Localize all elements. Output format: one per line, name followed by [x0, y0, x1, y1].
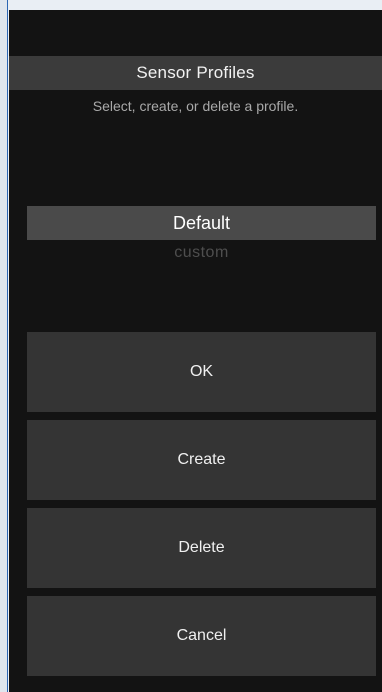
dialog-title: Sensor Profiles: [9, 56, 382, 90]
dialog-subtitle: Select, create, or delete a profile.: [92, 98, 299, 114]
ok-button[interactable]: OK: [27, 332, 376, 412]
window-edge: [0, 0, 8, 692]
cancel-button[interactable]: Cancel: [27, 596, 376, 676]
delete-button[interactable]: Delete: [27, 508, 376, 588]
profile-picker[interactable]: Default custom: [27, 206, 376, 270]
profile-option-custom[interactable]: custom: [27, 242, 376, 264]
create-button[interactable]: Create: [27, 420, 376, 500]
screen: Sensor Profiles Select, create, or delet…: [0, 0, 382, 692]
sensor-profiles-dialog: Sensor Profiles Select, create, or delet…: [9, 10, 382, 692]
profile-option-default[interactable]: Default: [27, 206, 376, 240]
